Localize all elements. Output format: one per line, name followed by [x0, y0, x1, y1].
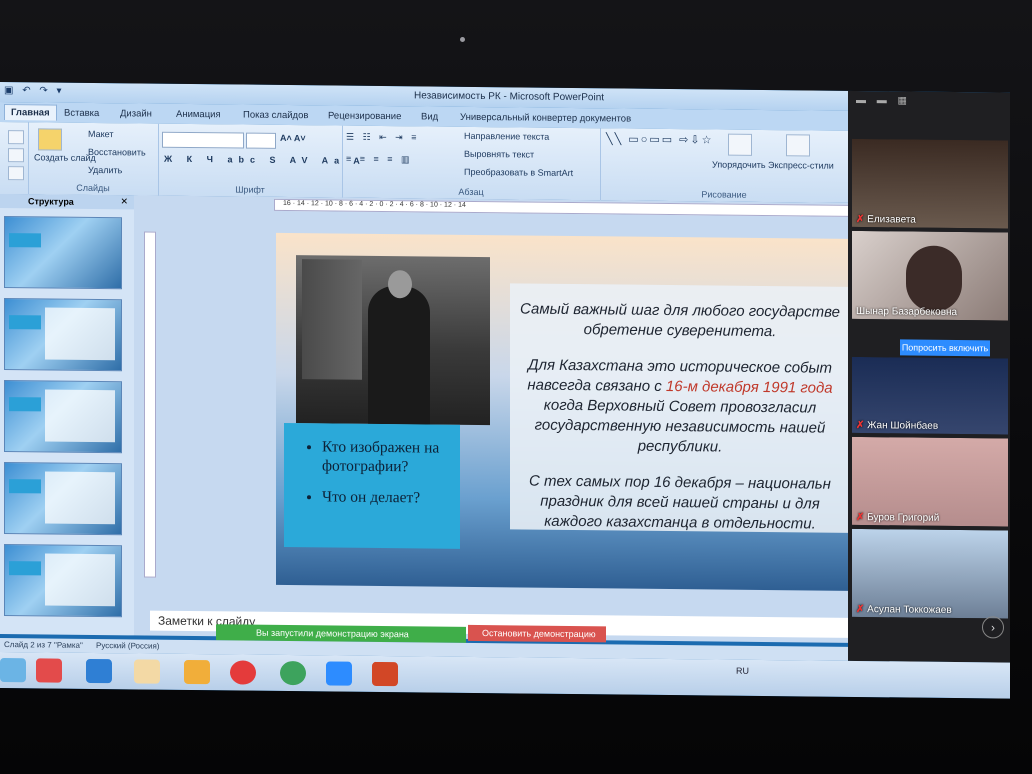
create-slide-button[interactable]: Создать слайд	[34, 152, 96, 163]
smartart-button[interactable]: Преобразовать в SmartArt	[464, 167, 573, 178]
participant-name: Жан Шойнбаев	[867, 420, 939, 432]
participant-tile[interactable]: ✗ Елизавета	[852, 138, 1008, 229]
next-page-icon[interactable]: ›	[982, 616, 1004, 639]
slide-text-box: Самый важный шаг для любого государстве …	[510, 283, 848, 533]
pane-tabs: Структура ✕	[0, 194, 134, 210]
zoom-panel: ▬ ▬ ▦ ✗ Елизавета Шынар Базарбековна Поп…	[848, 90, 1010, 663]
font-group-label: Шрифт	[235, 184, 265, 195]
screen: ▣ ↶ ↷ ▾ Независимость РК - Microsoft Pow…	[0, 82, 1010, 699]
zoom-view-icons[interactable]: ▬ ▬ ▦	[856, 95, 911, 107]
zoom-icon[interactable]	[326, 661, 352, 686]
tray-language[interactable]: RU	[736, 666, 749, 676]
slides-group: Создать слайд Макет Восстановить Удалить…	[28, 122, 159, 196]
participant-tile[interactable]: Шынар Базарбековна	[852, 230, 1008, 321]
participant-name: Асулан Токкожаев	[867, 604, 952, 616]
align-text-button[interactable]: Выровнять текст	[464, 149, 534, 160]
slide-thumbnail[interactable]	[4, 544, 122, 618]
quick-styles-button[interactable]: Экспресс-стили	[768, 160, 834, 171]
question-item: Кто изображен на фотографии?	[322, 437, 460, 476]
questions-box: Кто изображен на фотографии? Что он дела…	[284, 422, 460, 549]
participant-tile[interactable]: ✗ Жан Шойнбаев	[852, 356, 1008, 435]
list-buttons[interactable]: ☰ ☷ ⇤ ⇥ ≡	[346, 132, 419, 144]
arrange-button[interactable]: Упорядочить	[712, 159, 766, 170]
yandex-icon[interactable]	[36, 658, 62, 683]
tab-home[interactable]: Главная	[4, 104, 57, 121]
slides-pane: Структура ✕	[0, 194, 134, 636]
font-group: A˄ A˅ Ж К Ч abc S AV Aa A Шрифт	[158, 123, 366, 198]
paragraph-1: Самый важный шаг для любого государстве …	[520, 300, 840, 341]
powerpoint-icon[interactable]	[372, 661, 398, 687]
clipboard-group	[0, 122, 29, 195]
paragraph-3: С тех самых пор 16 декабря – национальн …	[529, 472, 831, 533]
slide-counter: Слайд 2 из 7	[4, 640, 52, 650]
highlighted-date: 16-м декабря 1991 года	[665, 377, 833, 397]
slides-group-label: Слайды	[76, 182, 110, 194]
opera-icon[interactable]	[230, 660, 256, 685]
quick-access-icons[interactable]: ▣ ↶ ↷ ▾	[4, 85, 65, 97]
ie-icon[interactable]	[86, 658, 112, 684]
ribbon: Создать слайд Макет Восстановить Удалить…	[0, 122, 848, 204]
tab-slideshow[interactable]: Показ слайдов	[243, 110, 308, 122]
close-icon[interactable]: ✕	[120, 196, 128, 207]
participant-name: Буров Григорий	[867, 512, 940, 524]
tab-view[interactable]: Вид	[421, 111, 438, 122]
paragraph-group-label: Абзац	[458, 186, 484, 198]
drawing-group: ╲╲ ▭○▭▭ ⇨⇩☆ Упорядочить Экспресс-стили Р…	[600, 128, 848, 203]
paragraph-group: ☰ ☷ ⇤ ⇥ ≡ ≡ ≡ ≡ ≡ ▥ Направление текста В…	[342, 125, 601, 201]
tab-insert[interactable]: Вставка	[64, 108, 99, 119]
tab-review[interactable]: Рецензирование	[328, 110, 401, 122]
delete-button[interactable]: Удалить	[88, 165, 122, 175]
slide-thumbnail[interactable]	[4, 216, 122, 290]
historical-photo	[296, 255, 490, 426]
slide-thumbnail[interactable]	[4, 380, 122, 454]
font-family-select[interactable]	[162, 131, 244, 149]
drawing-group-label: Рисование	[701, 189, 747, 200]
stop-share-button[interactable]: Остановить демонстрацию	[468, 624, 606, 643]
slide-thumbnail[interactable]	[4, 298, 122, 372]
text-direction-button[interactable]: Направление текста	[464, 131, 549, 142]
language-status: Русский (Россия)	[96, 641, 160, 651]
participant-tile[interactable]: ✗ Асулан Токкожаев	[852, 528, 1008, 619]
cut-icon[interactable]	[8, 130, 24, 145]
font-size-select[interactable]	[246, 132, 276, 149]
tab-animation[interactable]: Анимация	[176, 109, 221, 120]
chrome-icon[interactable]	[280, 660, 306, 686]
question-item: Что он делает?	[322, 487, 460, 507]
slide-canvas[interactable]: Кто изображен на фотографии? Что он дела…	[276, 232, 848, 591]
grow-font-button[interactable]: A˄ A˅	[280, 133, 306, 143]
start-icon[interactable]	[0, 658, 26, 683]
participant-name: Шынар Базарбековна	[856, 305, 958, 319]
app-icon[interactable]	[184, 659, 210, 685]
tab-design[interactable]: Дизайн	[120, 108, 152, 119]
align-buttons[interactable]: ≡ ≡ ≡ ≡ ▥	[346, 154, 413, 166]
window-title: Независимость РК - Microsoft PowerPoint	[414, 90, 605, 104]
new-slide-icon[interactable]	[38, 128, 62, 151]
explorer-icon[interactable]	[134, 659, 160, 684]
restore-button[interactable]: Восстановить	[88, 147, 146, 158]
quick-styles-icon[interactable]	[786, 134, 810, 157]
slide-thumbnail[interactable]	[4, 462, 122, 536]
format-painter-icon[interactable]	[8, 166, 24, 181]
ask-to-unmute-button[interactable]: Попросить включить	[900, 339, 990, 357]
vertical-ruler	[144, 231, 156, 578]
webcam-dot	[460, 37, 465, 42]
layout-button[interactable]: Макет	[88, 129, 113, 139]
participant-tile[interactable]: ✗ Буров Григорий	[852, 436, 1008, 527]
theme-name: "Рамка"	[54, 640, 83, 650]
paragraph-2: Для Казахстана это историческое событ на…	[527, 356, 833, 456]
font-format-buttons[interactable]: Ж К Ч abc S AV Aa A	[164, 154, 366, 166]
tab-outline[interactable]: Структура	[28, 196, 74, 206]
shapes-gallery[interactable]: ╲╲ ▭○▭▭ ⇨⇩☆	[606, 132, 713, 146]
tab-converter[interactable]: Универсальный конвертер документов	[460, 112, 631, 125]
arrange-icon[interactable]	[728, 133, 752, 156]
participant-name: Елизавета	[867, 214, 916, 226]
copy-icon[interactable]	[8, 148, 24, 163]
